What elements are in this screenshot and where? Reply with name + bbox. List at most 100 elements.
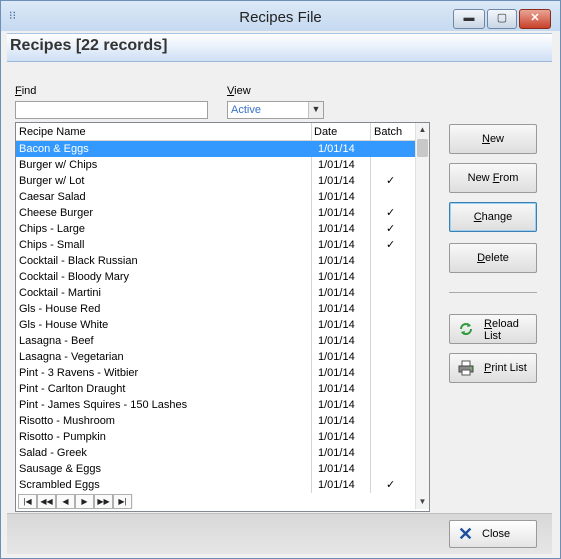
- delete-button[interactable]: Delete: [449, 243, 537, 273]
- close-label: Close: [482, 528, 511, 540]
- close-icon: ✕: [458, 524, 474, 544]
- date-cell: 1/01/14: [318, 303, 355, 315]
- table-row[interactable]: Chips - Small 1/01/14 ✓: [16, 237, 415, 253]
- next-page-icon[interactable]: ▶▶: [94, 494, 113, 509]
- recipe-name-cell: Scrambled Eggs: [19, 479, 100, 491]
- table-row[interactable]: Cocktail - Bloody Mary 1/01/14: [16, 269, 415, 285]
- grid-header: Recipe Name Date Batch: [16, 123, 415, 141]
- recipe-name-cell: Cheese Burger: [19, 207, 93, 219]
- maximize-button[interactable]: ▢: [487, 9, 517, 29]
- date-cell: 1/01/14: [318, 239, 355, 251]
- date-cell: 1/01/14: [318, 335, 355, 347]
- new-from-button[interactable]: New From: [449, 163, 537, 193]
- date-cell: 1/01/14: [318, 255, 355, 267]
- prev-page-icon[interactable]: ◀◀: [37, 494, 56, 509]
- reload-icon: [460, 323, 472, 335]
- recipe-name-cell: Cocktail - Bloody Mary: [19, 271, 130, 283]
- date-cell: 1/01/14: [318, 287, 355, 299]
- recipe-name-cell: Risotto - Pumpkin: [19, 431, 106, 443]
- recipe-name-cell: Chips - Large: [19, 223, 86, 235]
- date-cell: 1/01/14: [318, 431, 355, 443]
- recipe-name-cell: Lasagna - Vegetarian: [19, 351, 124, 363]
- date-cell: 1/01/14: [318, 143, 355, 155]
- recipe-name-cell: Chips - Small: [19, 239, 85, 251]
- print-list-button[interactable]: Print List: [449, 353, 537, 383]
- table-row[interactable]: Lasagna - Beef 1/01/14: [16, 333, 415, 349]
- vertical-scrollbar[interactable]: ▲ ▼: [415, 123, 429, 509]
- first-record-icon[interactable]: |◀: [18, 494, 37, 509]
- table-row[interactable]: Pint - James Squires - 150 Lashes 1/01/14: [16, 397, 415, 413]
- table-row[interactable]: Burger w/ Chips 1/01/14: [16, 157, 415, 173]
- column-header-batch[interactable]: Batch: [374, 126, 402, 138]
- table-row[interactable]: Cocktail - Black Russian 1/01/14: [16, 253, 415, 269]
- reload-list-button[interactable]: Reload List: [449, 314, 537, 344]
- view-select-value: Active: [231, 104, 261, 116]
- recipe-name-cell: Lasagna - Beef: [19, 335, 94, 347]
- table-row[interactable]: Gls - House Red 1/01/14: [16, 301, 415, 317]
- next-record-icon[interactable]: ▶: [75, 494, 94, 509]
- table-row[interactable]: Chips - Large 1/01/14 ✓: [16, 221, 415, 237]
- view-select[interactable]: Active ▼: [227, 101, 324, 119]
- scroll-thumb[interactable]: [417, 139, 428, 157]
- recipe-name-cell: Gls - House Red: [19, 303, 101, 315]
- table-row[interactable]: Pint - Carlton Draught 1/01/14: [16, 381, 415, 397]
- table-row[interactable]: Gls - House White 1/01/14: [16, 317, 415, 333]
- last-record-icon[interactable]: ▶|: [113, 494, 132, 509]
- recipe-name-cell: Burger w/ Lot: [19, 175, 85, 187]
- date-cell: 1/01/14: [318, 191, 355, 203]
- table-row[interactable]: Scrambled Eggs 1/01/14 ✓: [16, 477, 415, 493]
- column-header-name[interactable]: Recipe Name: [19, 126, 86, 138]
- change-button[interactable]: Change: [449, 202, 537, 232]
- recipes-grid[interactable]: Recipe Name Date Batch Bacon & Eggs 1/01/…: [15, 122, 430, 512]
- date-cell: 1/01/14: [318, 479, 355, 491]
- date-cell: 1/01/14: [318, 271, 355, 283]
- recipe-name-cell: Pint - Carlton Draught: [19, 383, 126, 395]
- table-row[interactable]: Salad - Greek 1/01/14: [16, 445, 415, 461]
- close-window-button[interactable]: ✕: [519, 9, 551, 29]
- date-cell: 1/01/14: [318, 175, 355, 187]
- minimize-button[interactable]: ▬: [453, 9, 485, 29]
- title-bar[interactable]: ⁝⁝ Recipes File ▬ ▢ ✕: [1, 1, 560, 31]
- recipes-window: ⁝⁝ Recipes File ▬ ▢ ✕ Recipes [22 record…: [0, 0, 561, 559]
- date-cell: 1/01/14: [318, 159, 355, 171]
- recipe-name-cell: Caesar Salad: [19, 191, 86, 203]
- printer-icon: [458, 360, 474, 376]
- batch-cell: ✓: [386, 223, 396, 235]
- column-header-date[interactable]: Date: [314, 126, 337, 138]
- table-row[interactable]: Burger w/ Lot 1/01/14 ✓: [16, 173, 415, 189]
- date-cell: 1/01/14: [318, 223, 355, 235]
- new-button[interactable]: New: [449, 124, 537, 154]
- date-cell: 1/01/14: [318, 447, 355, 459]
- grid-rows: Bacon & Eggs 1/01/14 Burger w/ Chips 1/01/1…: [16, 141, 415, 493]
- recipe-name-cell: Risotto - Mushroom: [19, 415, 115, 427]
- table-row[interactable]: Risotto - Mushroom 1/01/14: [16, 413, 415, 429]
- find-input[interactable]: [15, 101, 208, 119]
- table-row[interactable]: Caesar Salad 1/01/14: [16, 189, 415, 205]
- table-row[interactable]: Sausage & Eggs 1/01/14: [16, 461, 415, 477]
- record-navigator: |◀ ◀◀ ◀ ▶ ▶▶ ▶|: [18, 494, 133, 509]
- table-row[interactable]: Pint - 3 Ravens - Witbier 1/01/14: [16, 365, 415, 381]
- date-cell: 1/01/14: [318, 399, 355, 411]
- chevron-down-icon[interactable]: ▼: [308, 102, 323, 118]
- prev-record-icon[interactable]: ◀: [56, 494, 75, 509]
- recipe-name-cell: Cocktail - Martini: [19, 287, 101, 299]
- scroll-down-icon[interactable]: ▼: [416, 495, 429, 509]
- date-cell: 1/01/14: [318, 351, 355, 363]
- table-row[interactable]: Lasagna - Vegetarian 1/01/14: [16, 349, 415, 365]
- date-cell: 1/01/14: [318, 383, 355, 395]
- recipe-name-cell: Gls - House White: [19, 319, 109, 331]
- page-title: Recipes [22 records]: [10, 37, 168, 54]
- table-row[interactable]: Risotto - Pumpkin 1/01/14: [16, 429, 415, 445]
- table-row[interactable]: Cheese Burger 1/01/14 ✓: [16, 205, 415, 221]
- batch-cell: ✓: [386, 207, 396, 219]
- table-row[interactable]: Cocktail - Martini 1/01/14: [16, 285, 415, 301]
- scroll-up-icon[interactable]: ▲: [416, 123, 429, 137]
- reload-label: Reload List: [484, 318, 519, 342]
- divider: [449, 292, 537, 293]
- date-cell: 1/01/14: [318, 207, 355, 219]
- table-row[interactable]: Bacon & Eggs 1/01/14: [16, 141, 415, 157]
- date-cell: 1/01/14: [318, 415, 355, 427]
- recipe-name-cell: Bacon & Eggs: [19, 143, 89, 155]
- close-button[interactable]: ✕ Close: [449, 520, 537, 548]
- recipe-name-cell: Pint - 3 Ravens - Witbier: [19, 367, 139, 379]
